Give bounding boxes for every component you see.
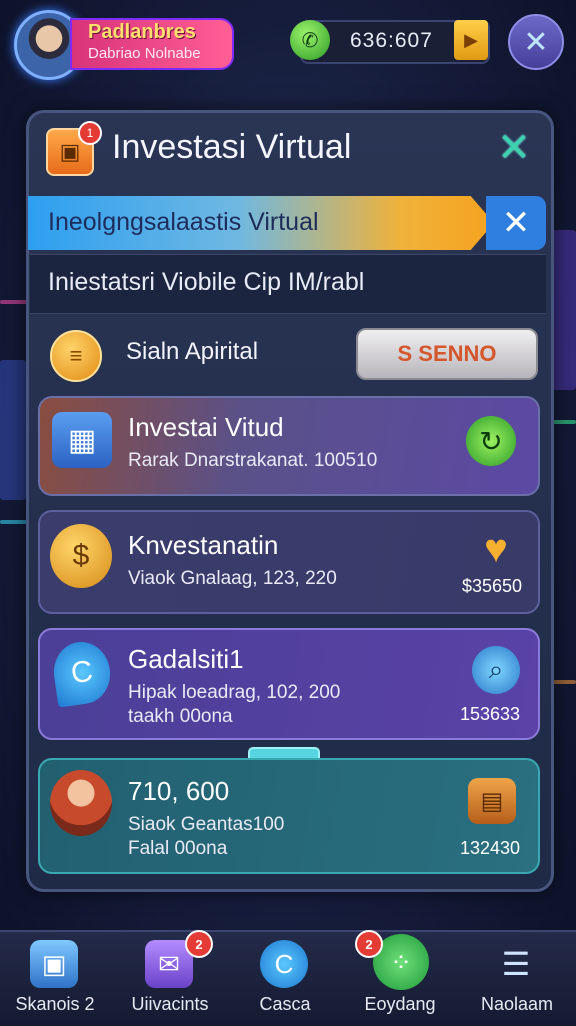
nav-label: Skanois 2	[15, 994, 95, 1014]
panel-subtitle: Iniestatsri Viobile Cip IM/rabl	[48, 268, 365, 296]
player-subtitle: Dabriao Nolnabe	[88, 45, 201, 62]
card-amount: 132430	[460, 838, 521, 858]
investment-card[interactable]	[38, 396, 540, 496]
notification-badge: 1	[78, 121, 102, 145]
nav-item-uiivacints[interactable]: ✉ 2 Uiivacints	[115, 930, 225, 1024]
phone-bubble-icon: C	[260, 940, 308, 988]
heart-icon: ♥	[484, 526, 508, 571]
card-amount: $35650	[462, 576, 523, 596]
investment-card[interactable]	[38, 510, 540, 614]
close-icon[interactable]: ✕	[508, 14, 564, 70]
nav-item-eoydang[interactable]: ⁘ 2 Eoydang	[345, 930, 455, 1024]
search-icon[interactable]: ⌕	[472, 646, 520, 694]
menu-icon: ☰	[501, 946, 531, 982]
card-title: Gadalsiti1	[128, 644, 244, 674]
card-amount: 153633	[460, 704, 521, 724]
calculator-icon: ▦	[52, 412, 112, 468]
coin-stack-icon: ≡	[50, 330, 102, 382]
nav-label: Casca	[259, 994, 311, 1014]
money-bag-icon: $	[50, 524, 112, 588]
box-icon: ▣	[30, 940, 78, 988]
phone-coin-icon: ✆	[290, 20, 330, 60]
card-detail: Viaok Gnalaag, 123, 220	[128, 568, 337, 589]
nav-item-casca[interactable]: C Casca	[230, 930, 340, 1024]
player-name: Padlanbres	[88, 21, 196, 43]
chest-icon: ▤	[468, 778, 516, 824]
card-detail: Siaok Geantas100	[128, 814, 285, 835]
card-title: Knvestanatin	[128, 530, 279, 560]
panel-title: Investasi Virtual	[112, 128, 352, 166]
refresh-icon[interactable]: ↻	[466, 416, 516, 466]
nav-badge: 2	[185, 930, 213, 958]
banner-close-button[interactable]: ✕	[486, 196, 546, 250]
investor-avatar-icon	[50, 770, 112, 836]
nav-label: Uiivacints	[131, 994, 209, 1014]
nav-item-naolaam[interactable]: ☰ Naolaam	[462, 930, 572, 1024]
card-detail: Falal 00ona	[128, 838, 228, 859]
card-title: 710, 600	[128, 776, 230, 806]
coin-balance: 636:607	[350, 29, 433, 52]
nav-label: Eoydang	[364, 994, 436, 1014]
nav-badge: 2	[355, 930, 383, 958]
card-detail: taakh 00ona	[128, 706, 233, 727]
banner-text: Ineolgngsalaastis Virtual	[48, 208, 319, 236]
bg-building	[0, 360, 26, 500]
capital-label: Sialn Apirital	[126, 338, 259, 365]
nav-label: Naolaam	[480, 994, 554, 1014]
send-button[interactable]: S SENNO	[356, 328, 538, 380]
panel-close-icon[interactable]: ✕	[494, 128, 534, 168]
card-detail: Hipak loeadrag, 102, 200	[128, 682, 341, 703]
add-coins-button[interactable]: ▶	[454, 20, 488, 60]
nav-item-skanois[interactable]: ▣ Skanois 2	[0, 930, 110, 1024]
card-title: Investai Vitud	[128, 412, 284, 442]
card-detail: Rarak Dnarstrakanat. 100510	[128, 450, 378, 471]
